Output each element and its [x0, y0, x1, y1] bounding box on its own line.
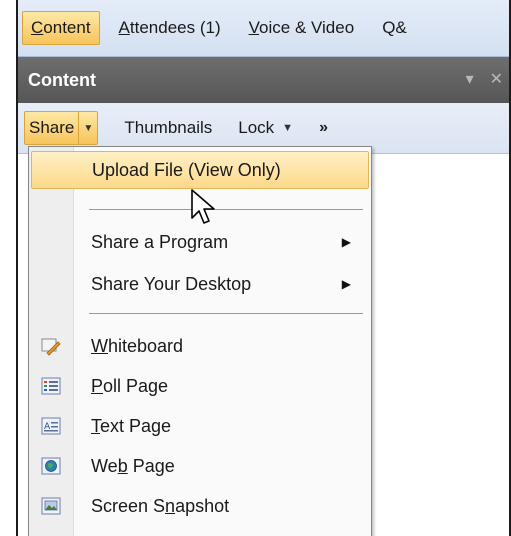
- menu-item-label: Screen Snapshot: [91, 496, 229, 517]
- panel-controls: ▾ ✕: [466, 69, 503, 89]
- poll-page-icon: [41, 377, 61, 395]
- menu-item-label-rest: oll Page: [103, 375, 169, 396]
- menu-item-label: Whiteboard: [91, 336, 183, 357]
- tab-content-rest: ontent: [43, 18, 91, 37]
- chevron-down-icon: ▼: [282, 122, 294, 134]
- menu-item-label: Web Page: [91, 456, 175, 477]
- panel-header: Content ▾ ✕: [18, 57, 509, 103]
- share-button-label: Share: [25, 112, 80, 144]
- menu-item-label: Upload File (View Only): [92, 159, 281, 180]
- menu-item-label-rest: hiteboard: [108, 335, 184, 356]
- menu-item-label: Text Page: [91, 416, 171, 437]
- menu-item-mnemonic: W: [91, 335, 108, 356]
- dropdown-arrow-icon[interactable]: ▾: [466, 69, 474, 89]
- content-window: Content Attendees (1) Voice & Video Q& C…: [16, 0, 511, 536]
- close-icon[interactable]: ✕: [490, 69, 503, 89]
- menu-item-mnemonic: n: [165, 495, 176, 516]
- panel-title: Content: [28, 69, 96, 90]
- menu-item-screen-snapshot[interactable]: Screen Snapshot: [31, 487, 369, 525]
- menu-item-mnemonic: P: [91, 375, 104, 396]
- menu-item-share-desktop[interactable]: Share Your Desktop ▶: [31, 265, 369, 303]
- menu-item-poll-page[interactable]: Poll Page: [31, 367, 369, 405]
- web-page-icon: [41, 457, 61, 475]
- menu-item-label-rest: Page: [127, 455, 175, 476]
- tab-attendees[interactable]: Attendees (1): [110, 11, 230, 45]
- tab-bar: Content Attendees (1) Voice & Video Q&: [18, 0, 509, 57]
- tab-voice-mnemonic: V: [248, 18, 260, 37]
- menu-item-upload-file[interactable]: Upload File (View Only): [31, 151, 369, 189]
- menu-item-text-page[interactable]: A Text Page: [31, 407, 369, 445]
- tab-content-mnemonic: C: [31, 18, 44, 37]
- tab-attendees-rest: ttendees (1): [129, 18, 221, 37]
- menu-item-label: Poll Page: [91, 376, 168, 397]
- menu-item-label: Share Your Desktop: [91, 273, 252, 294]
- menu-item-label: Share a Program: [91, 231, 229, 252]
- menu-item-label-start: We: [91, 455, 118, 476]
- tab-qa[interactable]: Q&: [373, 11, 416, 45]
- screen-snapshot-icon: [41, 497, 61, 515]
- tab-voice-rest: oice & Video: [259, 18, 355, 37]
- submenu-arrow-icon: ▶: [341, 277, 351, 291]
- menu-item-share-program[interactable]: Share a Program ▶: [31, 223, 369, 261]
- thumbnails-button[interactable]: Thumbnails: [124, 118, 212, 138]
- menu-item-mnemonic: T: [91, 415, 100, 436]
- menu-item-label-rest: apshot: [175, 495, 230, 516]
- menu-item-whiteboard[interactable]: Whiteboard: [31, 327, 369, 365]
- tab-content[interactable]: Content: [22, 11, 100, 45]
- submenu-arrow-icon: ▶: [341, 235, 351, 249]
- share-button[interactable]: Share ▼: [24, 111, 99, 145]
- menu-separator: [89, 209, 363, 210]
- whiteboard-icon: [41, 338, 61, 356]
- tab-voice-video[interactable]: Voice & Video: [240, 11, 364, 45]
- menu-item-label-rest: ext Page: [100, 415, 172, 436]
- text-page-icon: A: [41, 417, 61, 435]
- menu-item-label-start: Screen S: [91, 495, 166, 516]
- tab-attendees-mnemonic: A: [118, 18, 130, 37]
- chevron-down-icon[interactable]: ▼: [79, 112, 97, 144]
- mouse-pointer-icon: [191, 189, 215, 224]
- menu-item-mnemonic: b: [117, 455, 128, 476]
- menu-separator: [89, 313, 363, 314]
- menu-item-web-page[interactable]: Web Page: [31, 447, 369, 485]
- more-button[interactable]: »: [319, 119, 328, 137]
- lock-button-label: Lock: [238, 118, 275, 137]
- lock-button[interactable]: Lock ▼: [238, 118, 293, 138]
